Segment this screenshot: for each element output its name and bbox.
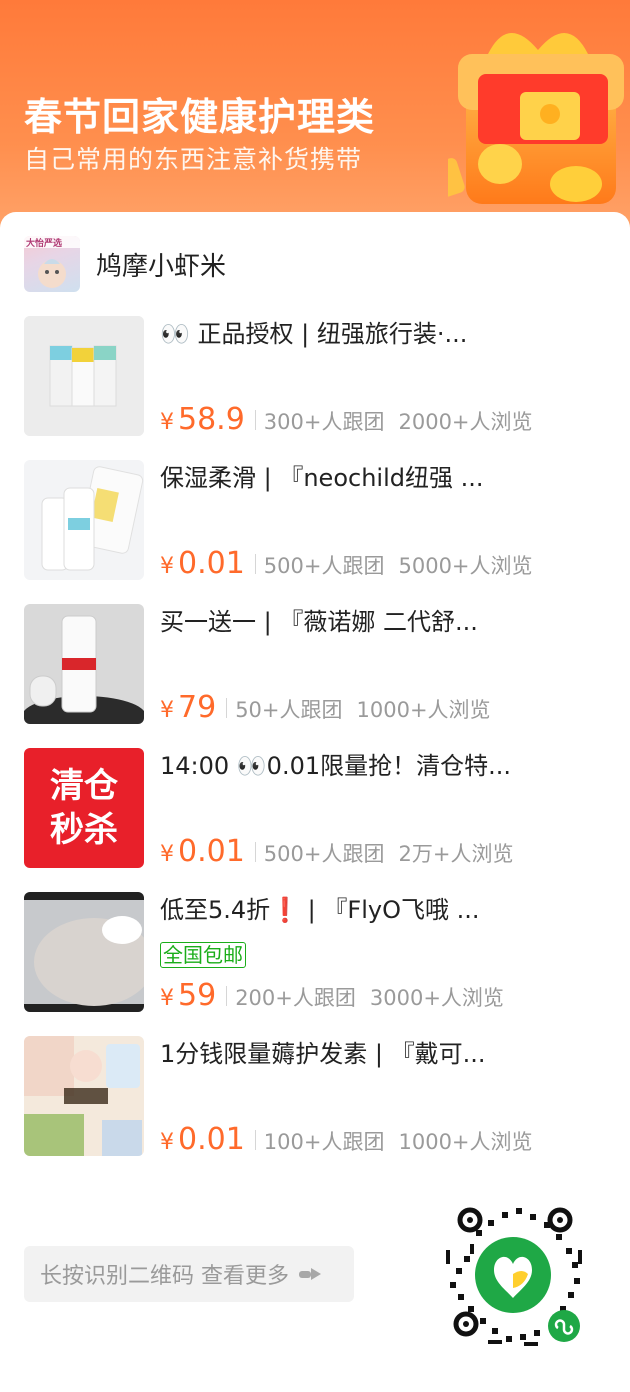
product-price: 0.01 xyxy=(178,546,245,581)
price-row: ¥ 59 200+人跟团 3000+人浏览 xyxy=(160,978,504,1013)
sale-text: 秒杀 xyxy=(50,810,118,850)
view-count: 1000+人浏览 xyxy=(398,1130,533,1154)
group-count: 50+人跟团 xyxy=(235,698,343,722)
product-title: 低至5.4折❗ | 『FlyO飞哦 ... xyxy=(160,896,480,924)
product-image xyxy=(24,892,144,1012)
free-shipping-badge: 全国包邮 xyxy=(160,942,246,968)
product-title: 14:00 👀0.01限量抢！清仓特... xyxy=(160,752,511,780)
product-price: 0.01 xyxy=(178,1122,245,1157)
currency-symbol: ¥ xyxy=(160,554,174,579)
product-image xyxy=(24,604,144,724)
product-price: 59 xyxy=(178,978,217,1013)
view-more-text: 长按识别二维码 查看更多 xyxy=(40,1264,289,1289)
product-price: 0.01 xyxy=(178,834,245,869)
divider xyxy=(254,409,256,430)
currency-symbol: ¥ xyxy=(160,986,174,1011)
store-header[interactable]: 大怡严选 鸠摩小虾米 xyxy=(24,236,226,292)
divider xyxy=(254,841,256,862)
sale-text: 清仓 xyxy=(50,766,118,806)
product-title: 买一送一 | 『薇诺娜 二代舒... xyxy=(160,608,478,636)
view-count: 2万+人浏览 xyxy=(398,842,514,866)
product-item[interactable]: 👀 正品授权 | 纽强旅行装·... ¥ 58.9 300+人跟团 2000+人… xyxy=(24,316,608,437)
product-title: 1分钱限量薅护发素 | 『戴可... xyxy=(160,1040,486,1068)
group-count: 500+人跟团 xyxy=(263,842,385,866)
group-count: 500+人跟团 xyxy=(263,554,385,578)
product-price: 79 xyxy=(178,690,217,725)
banner-title: 春节回家健康护理类 xyxy=(24,95,376,139)
product-item[interactable]: 清仓 秒杀 14:00 👀0.01限量抢！清仓特... ¥ 0.01 500+人… xyxy=(24,748,608,869)
banner-subtitle: 自己常用的东西注意补货携带 xyxy=(24,145,363,174)
group-count: 200+人跟团 xyxy=(235,986,356,1010)
promo-banner: 春节回家健康护理类 自己常用的东西注意补货携带 xyxy=(0,0,630,240)
product-image: 清仓 秒杀 xyxy=(24,748,144,868)
avatar-text: 大怡严选 xyxy=(26,239,63,249)
product-item[interactable]: 1分钱限量薅护发素 | 『戴可... ¥ 0.01 100+人跟团 1000+人… xyxy=(24,1036,608,1157)
view-count: 2000+人浏览 xyxy=(398,410,533,434)
divider xyxy=(254,1129,256,1150)
currency-symbol: ¥ xyxy=(160,698,174,723)
gift-box-icon xyxy=(448,32,624,206)
product-item[interactable]: 买一送一 | 『薇诺娜 二代舒... ¥ 79 50+人跟团 1000+人浏览 xyxy=(24,604,608,725)
view-count: 3000+人浏览 xyxy=(369,986,504,1010)
view-more-hint[interactable]: 长按识别二维码 查看更多 xyxy=(24,1246,354,1302)
price-row: ¥ 0.01 100+人跟团 1000+人浏览 xyxy=(160,1122,533,1157)
view-count: 1000+人浏览 xyxy=(356,698,491,722)
group-count: 300+人跟团 xyxy=(263,410,385,434)
currency-symbol: ¥ xyxy=(160,842,174,867)
pointing-hand-icon xyxy=(299,1268,321,1280)
product-title: 保湿柔滑 | 『neochild纽强 ... xyxy=(160,464,484,492)
divider xyxy=(226,985,228,1006)
mini-program-qr-code[interactable] xyxy=(428,1190,598,1360)
product-item[interactable]: 保湿柔滑 | 『neochild纽强 ... ¥ 0.01 500+人跟团 50… xyxy=(24,460,608,581)
currency-symbol: ¥ xyxy=(160,410,174,435)
product-price: 58.9 xyxy=(178,402,245,437)
store-avatar: 大怡严选 xyxy=(24,236,80,292)
price-row: ¥ 79 50+人跟团 1000+人浏览 xyxy=(160,690,491,725)
divider xyxy=(226,697,228,718)
store-name: 鸠摩小虾米 xyxy=(96,251,227,282)
currency-symbol: ¥ xyxy=(160,1130,174,1155)
divider xyxy=(254,553,256,574)
group-count: 100+人跟团 xyxy=(263,1130,385,1154)
view-count: 5000+人浏览 xyxy=(398,554,533,578)
price-row: ¥ 0.01 500+人跟团 2万+人浏览 xyxy=(160,834,513,869)
product-image xyxy=(24,460,144,580)
product-title: 👀 正品授权 | 纽强旅行装·... xyxy=(160,320,468,348)
page: { "banner": { "title": "春节回家健康护理类", "sub… xyxy=(0,0,630,1392)
price-row: ¥ 58.9 300+人跟团 2000+人浏览 xyxy=(160,402,533,437)
product-image xyxy=(24,1036,144,1156)
product-image xyxy=(24,316,144,436)
price-row: ¥ 0.01 500+人跟团 5000+人浏览 xyxy=(160,546,533,581)
product-item[interactable]: 低至5.4折❗ | 『FlyO飞哦 ... 全国包邮 ¥ 59 200+人跟团 … xyxy=(24,892,608,1013)
